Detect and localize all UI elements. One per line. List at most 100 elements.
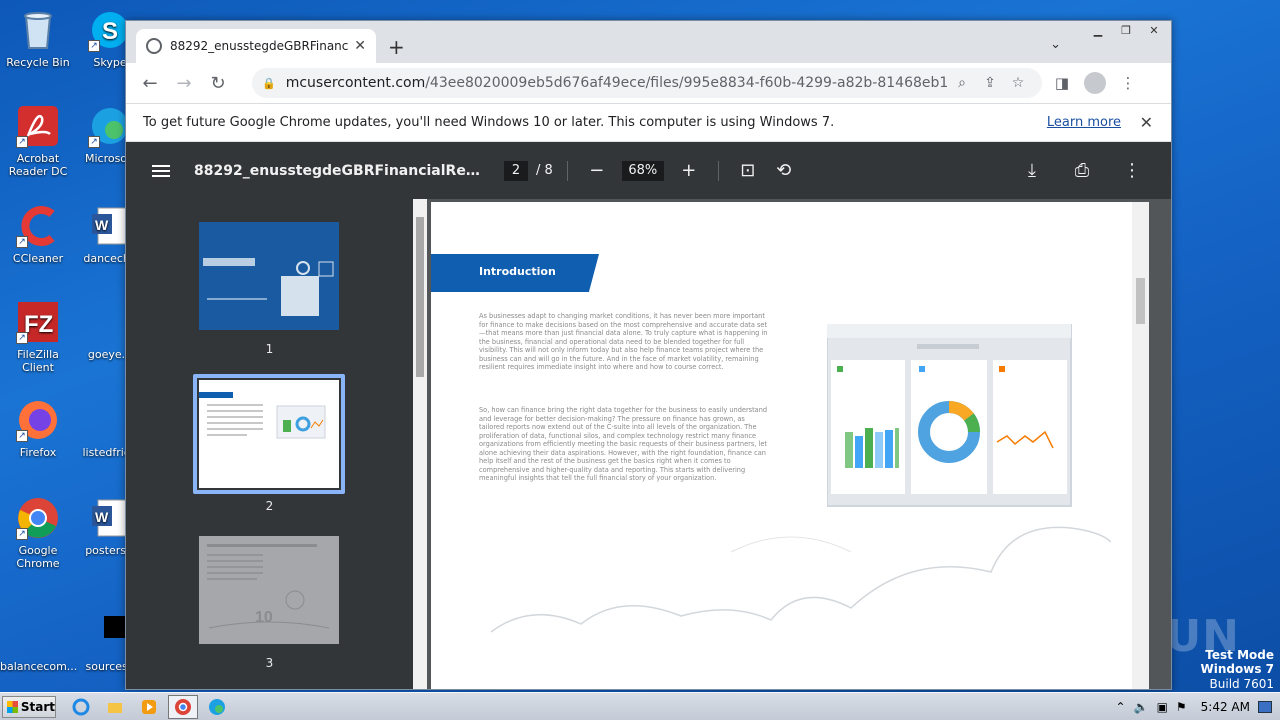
start-label: Start: [20, 699, 55, 714]
side-panel-icon[interactable]: ◨: [1050, 74, 1074, 92]
desktop-icon-label: FileZilla Client: [17, 348, 59, 374]
tab-close-icon[interactable]: ✕: [354, 38, 366, 54]
blank-file-icon: [16, 612, 60, 656]
browser-tab[interactable]: 88292_enusstegdeGBRFinancialRep ✕: [136, 29, 376, 63]
zoom-out-icon[interactable]: −: [582, 160, 612, 181]
desktop-icon-label: Recycle Bin: [6, 56, 70, 69]
acrobat-icon: ↗: [16, 104, 60, 148]
share-icon[interactable]: ⇪: [976, 75, 1004, 91]
chrome-desktop-icon[interactable]: ↗ Google Chrome: [0, 496, 76, 570]
cloud-line-art: [490, 526, 1111, 633]
flag-icon[interactable]: ⚑: [1176, 700, 1187, 714]
network-icon[interactable]: ▣: [1157, 700, 1168, 714]
reload-icon[interactable]: ↻: [202, 67, 234, 99]
lock-icon: 🔒: [262, 76, 276, 90]
paragraph-1: As businesses adapt to changing market c…: [479, 312, 768, 371]
firefox-desktop-icon[interactable]: ↗ Firefox: [0, 398, 76, 459]
toolbar-divider: [717, 160, 719, 181]
close-icon[interactable]: ✕: [1141, 21, 1167, 39]
page-total: / 8: [536, 163, 553, 178]
url-text: mcusercontent.com/43ee8020009eb5d676af49…: [285, 75, 948, 91]
rotate-icon[interactable]: ⟲: [769, 160, 799, 181]
taskbar-explorer-icon[interactable]: [100, 695, 130, 719]
tab-title: 88292_enusstegdeGBRFinancialRep: [170, 39, 349, 53]
svg-text:W: W: [95, 217, 109, 233]
zoom-level-input[interactable]: 68%: [621, 160, 664, 181]
address-bar[interactable]: 🔒 mcusercontent.com/43ee8020009eb5d676af…: [252, 68, 1042, 98]
balancecom-desktop-icon[interactable]: balancecom...: [0, 612, 78, 673]
svg-text:FZ: FZ: [24, 311, 53, 338]
chrome-icon: ↗: [16, 496, 60, 540]
minimize-icon[interactable]: ▁: [1085, 21, 1111, 39]
testmode-line3: Build 7601: [1209, 677, 1274, 691]
svg-text:W: W: [95, 509, 109, 525]
learn-more-link[interactable]: Learn more: [1047, 115, 1121, 130]
more-options-icon[interactable]: ⋮: [1117, 160, 1147, 181]
thumbnail-label: 2: [265, 499, 274, 513]
window-controls: ▁ ❐ ✕: [1085, 21, 1167, 39]
desktop-icon-label: balancecom...: [0, 660, 78, 673]
browser-toolbar: ← → ↻ 🔒 mcusercontent.com/43ee8020009eb5…: [126, 63, 1171, 103]
thumbnail-page-2[interactable]: [199, 380, 339, 488]
tray-expand-icon[interactable]: ⌃: [1116, 700, 1126, 714]
pdf-title: 88292_enusstegdeGBRFinancialReporting...: [194, 162, 484, 179]
testmode-line1: Test Mode: [1205, 648, 1274, 662]
ccleaner-desktop-icon[interactable]: ↗ CCleaner: [0, 204, 76, 265]
zoom-in-icon[interactable]: +: [674, 160, 704, 181]
thumbnail-page-1[interactable]: [199, 222, 339, 330]
page-scrollbar[interactable]: [1132, 202, 1149, 689]
infobar-message: To get future Google Chrome updates, you…: [143, 115, 835, 130]
globe-icon: [146, 38, 162, 54]
taskbar-media-player-icon[interactable]: [134, 695, 164, 719]
toolbar-divider: [566, 160, 568, 181]
taskbar-chrome-icon[interactable]: [168, 694, 198, 719]
acrobat-desktop-icon[interactable]: ↗ Acrobat Reader DC: [0, 104, 76, 178]
thumbnail-sidebar: 1 2 10 3: [126, 199, 413, 689]
filezilla-icon: FZ ↗: [16, 300, 60, 344]
taskbar: Start ⌃ 🔈 ▣ ⚑ 5:42 AM: [0, 692, 1280, 720]
page-number-input[interactable]: 2: [504, 160, 528, 181]
pdf-page-2: Introduction As businesses adapt to chan…: [431, 202, 1149, 689]
filezilla-desktop-icon[interactable]: FZ ↗ FileZilla Client: [0, 300, 76, 374]
taskbar-ie-icon[interactable]: [66, 695, 96, 719]
forward-arrow-icon[interactable]: →: [168, 67, 200, 99]
testmode-line2: Windows 7: [1200, 662, 1274, 676]
desktop-icon-label: CCleaner: [12, 252, 64, 265]
infobar-close-icon[interactable]: ✕: [1140, 113, 1153, 132]
hamburger-menu-icon[interactable]: [152, 162, 170, 180]
chevron-down-icon[interactable]: ⌄: [1050, 37, 1061, 52]
desktop-icon-label: Acrobat Reader DC: [8, 152, 68, 178]
new-tab-icon[interactable]: +: [388, 35, 405, 59]
back-arrow-icon[interactable]: ←: [134, 67, 166, 99]
update-infobar: To get future Google Chrome updates, you…: [126, 103, 1171, 141]
pdf-toolbar: 88292_enusstegdeGBRFinancialReporting...…: [126, 142, 1171, 199]
bookmark-star-icon[interactable]: ☆: [1004, 75, 1032, 91]
thumbnail-label: 3: [265, 656, 274, 670]
desktop-icon-label: Google Chrome: [16, 544, 60, 570]
print-icon[interactable]: ⎙: [1067, 160, 1097, 181]
firefox-icon: ↗: [16, 398, 60, 442]
recycle-bin-icon: [16, 8, 60, 52]
menu-kebab-icon[interactable]: ⋮: [1116, 74, 1140, 92]
chrome-window: 88292_enusstegdeGBRFinancialRep ✕ + ⌄ ▁ …: [125, 20, 1172, 690]
start-button[interactable]: Start: [2, 695, 56, 718]
taskbar-edge-icon[interactable]: [202, 695, 232, 719]
recycle-bin-desktop-icon[interactable]: Recycle Bin: [0, 8, 76, 69]
show-desktop-icon[interactable]: [1258, 700, 1272, 713]
system-tray: ⌃ 🔈 ▣ ⚑ 5:42 AM: [1116, 700, 1280, 714]
restore-icon[interactable]: ❐: [1113, 21, 1139, 39]
windows-flag-icon: [7, 700, 18, 713]
clock[interactable]: 5:42 AM: [1201, 700, 1250, 714]
thumbnail-page-3[interactable]: 10: [199, 536, 339, 644]
download-icon[interactable]: ⤓: [1017, 160, 1047, 181]
fit-page-icon[interactable]: ⊡: [733, 160, 763, 181]
thumbnail-label: 1: [265, 342, 274, 356]
volume-icon[interactable]: 🔈: [1134, 700, 1149, 714]
zoom-search-icon[interactable]: ⌕: [948, 75, 976, 91]
sidebar-scrollbar[interactable]: [413, 199, 427, 689]
desktop-icon-label: Firefox: [19, 446, 57, 459]
paragraph-2: So, how can finance bring the right data…: [479, 406, 768, 482]
profile-avatar[interactable]: [1084, 72, 1106, 94]
svg-text:S: S: [102, 18, 118, 45]
pdf-body: 1 2 10 3 Introduction As businesses adap…: [126, 199, 1171, 689]
